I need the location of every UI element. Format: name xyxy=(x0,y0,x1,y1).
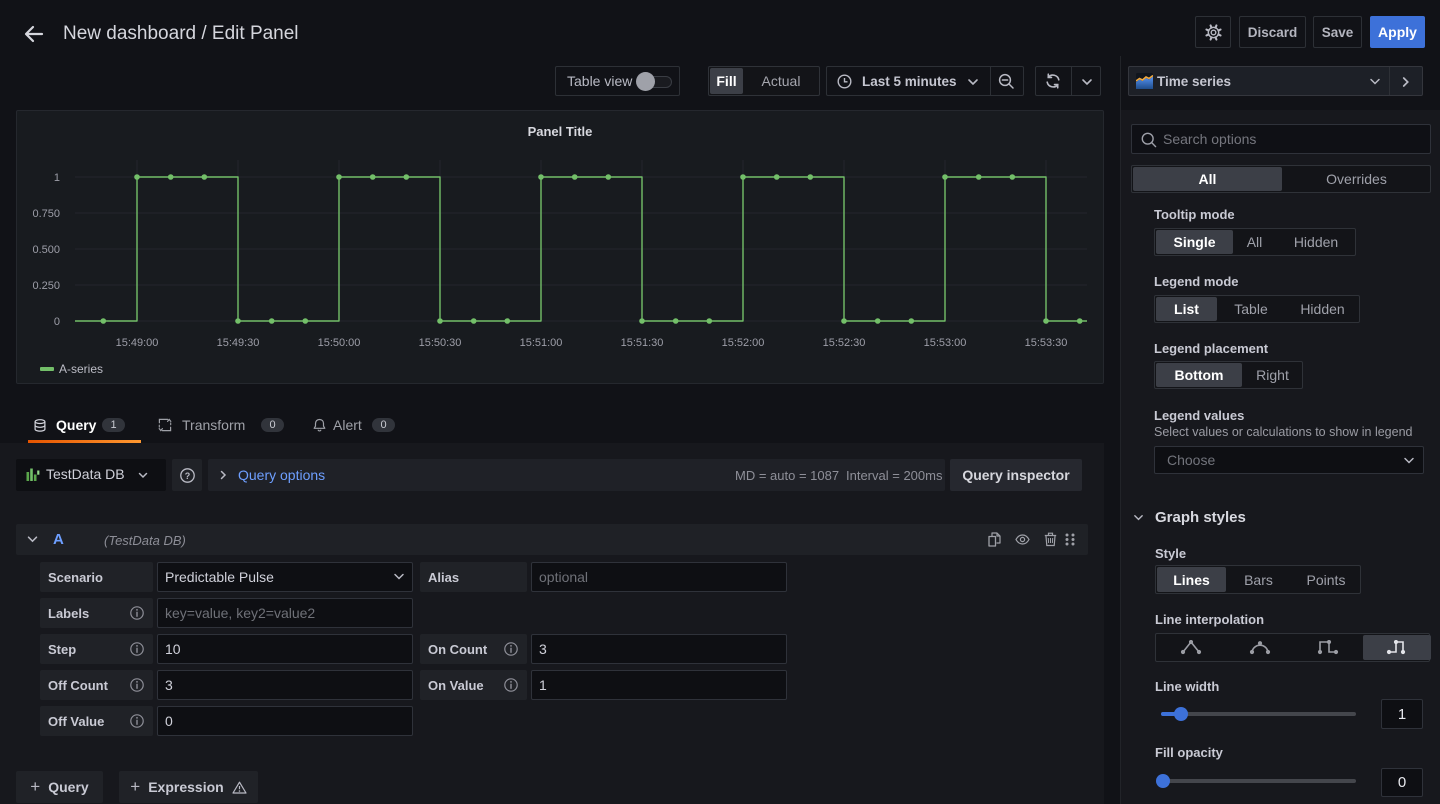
svg-text:0.250: 0.250 xyxy=(32,280,60,292)
svg-text:15:49:00: 15:49:00 xyxy=(116,337,159,349)
svg-text:15:50:30: 15:50:30 xyxy=(419,337,462,349)
svg-text:0.500: 0.500 xyxy=(32,244,60,256)
svg-text:?: ? xyxy=(184,470,190,480)
svg-text:1: 1 xyxy=(54,172,60,184)
svg-text:15:52:00: 15:52:00 xyxy=(722,337,765,349)
svg-text:15:51:30: 15:51:30 xyxy=(621,337,664,349)
svg-text:15:53:00: 15:53:00 xyxy=(924,337,967,349)
svg-text:15:50:00: 15:50:00 xyxy=(318,337,361,349)
svg-text:0: 0 xyxy=(54,316,60,328)
svg-text:15:53:30: 15:53:30 xyxy=(1025,337,1068,349)
svg-text:0.750: 0.750 xyxy=(32,208,60,220)
svg-text:15:51:00: 15:51:00 xyxy=(520,337,563,349)
svg-text:15:49:30: 15:49:30 xyxy=(217,337,260,349)
svg-text:15:52:30: 15:52:30 xyxy=(823,337,866,349)
